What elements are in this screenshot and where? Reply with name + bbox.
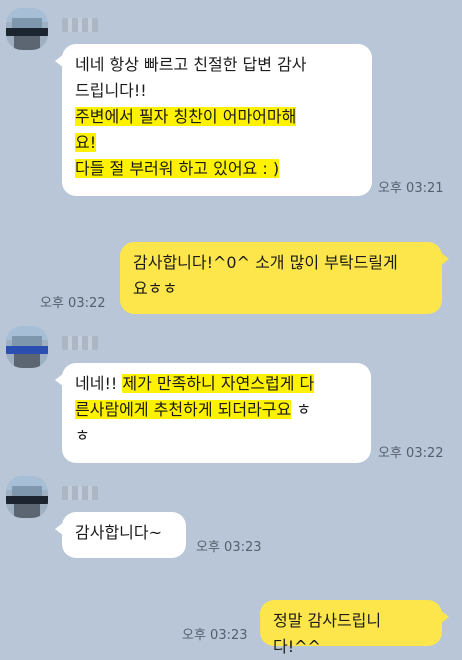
message-text: 정말 감사드립니다!^^ (273, 611, 382, 656)
message-bubble-received[interactable]: 감사합니다~ (55, 512, 186, 558)
message-bubble-sent[interactable]: 정말 감사드립니다!^^ (260, 600, 449, 656)
sender-avatar[interactable] (6, 8, 48, 50)
highlighted-text: 다들 절 부러워 하고 있어요 : ) (75, 159, 280, 178)
sender-name-blurred (62, 336, 98, 350)
message-timestamp: 오후 03:23 (196, 540, 262, 555)
highlighted-text: 제가 만족하니 자연스럽게 다 (122, 374, 315, 393)
sender-avatar[interactable] (6, 326, 48, 368)
message-text: 감사합니다~ (75, 523, 163, 542)
message-text: ㅎ (291, 400, 312, 419)
message-text: 네네!! (75, 374, 123, 393)
message-text: 네네 항상 빠르고 친절한 답변 감사 (75, 55, 307, 74)
message-bubble-received[interactable]: 네네!! 제가 만족하니 자연스럽게 다 른사람에게 추천하게 되더라구요 ㅎ … (55, 363, 371, 463)
message-timestamp: 오후 03:21 (378, 181, 444, 196)
sender-name-blurred (62, 486, 98, 500)
message-timestamp: 오후 03:22 (40, 296, 106, 311)
message-text: ㅎ (75, 426, 90, 445)
message-text: 감사합니다!^0^ 소개 많이 부탁드릴게 (133, 253, 398, 272)
highlighted-text: 주변에서 필자 칭찬이 어마어마해 (75, 107, 297, 126)
message-text: 요ㅎㅎ (133, 279, 178, 298)
message-bubble-received[interactable]: 네네 항상 빠르고 친절한 답변 감사 드립니다!! 주변에서 필자 칭찬이 어… (55, 44, 372, 196)
highlighted-text: 른사람에게 추천하게 되더라구요 (75, 400, 292, 419)
message-bubble-sent[interactable]: 감사합니다!^0^ 소개 많이 부탁드릴게 요ㅎㅎ (120, 242, 449, 314)
message-timestamp: 오후 03:23 (182, 628, 248, 643)
sender-name-blurred (62, 18, 98, 32)
sender-avatar[interactable] (6, 476, 48, 518)
message-timestamp: 오후 03:22 (378, 446, 444, 461)
highlighted-text: 요! (75, 133, 97, 152)
message-text: 드립니다!! (75, 81, 147, 100)
